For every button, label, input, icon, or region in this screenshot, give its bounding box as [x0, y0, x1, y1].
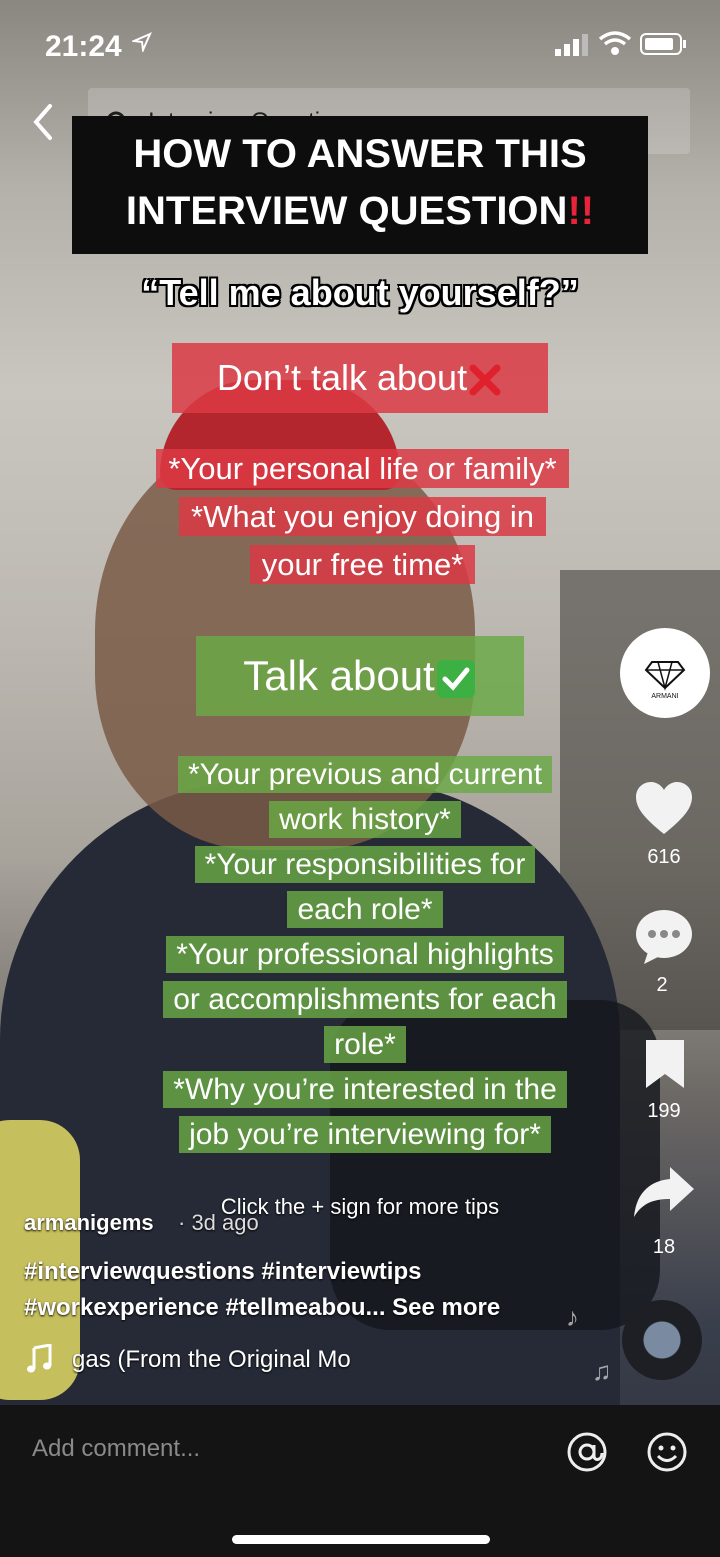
do-item: work history*: [269, 801, 461, 838]
save-count: 199: [647, 1100, 681, 1122]
do-item: *Your responsibilities for: [194, 846, 536, 883]
tiktok-video-screen[interactable]: 21:24 Interview Questions HOW TO ANSWER …: [0, 0, 720, 1557]
do-item: job you’re interviewing for*: [179, 1116, 551, 1153]
red-cross-icon: [469, 364, 501, 396]
video-title-banner: HOW TO ANSWER THIS INTERVIEW QUESTION!!: [72, 116, 648, 254]
talk-about-heading-text: Talk about: [243, 652, 435, 699]
add-comment-input[interactable]: Add comment...: [32, 1435, 200, 1463]
status-bar: 21:24: [0, 0, 720, 90]
hashtags-line-2-text[interactable]: #workexperience #tellmeabou...: [24, 1294, 386, 1321]
signal-icon: [555, 34, 588, 56]
do-item: *Your professional highlights: [166, 936, 564, 973]
comment-bubble-icon[interactable]: [634, 908, 694, 966]
do-item: *Why you’re interested in the: [163, 1071, 567, 1108]
talk-about-heading: Talk about: [196, 636, 524, 716]
title-line-2: INTERVIEW QUESTION!!: [72, 183, 648, 240]
title-line-2-text: INTERVIEW QUESTION: [125, 189, 568, 233]
diamond-logo-icon: ARMANI: [644, 661, 686, 700]
do-item: each role*: [287, 891, 443, 928]
talk-about-list: *Your previous and current work history*…: [115, 752, 615, 1157]
comment-bar: Add comment...: [0, 1405, 720, 1557]
back-arrow-icon[interactable]: [28, 100, 58, 144]
location-arrow-icon: [132, 32, 152, 52]
avatar-brand-text: ARMANI: [651, 693, 678, 700]
dont-talk-heading-text: Don’t talk about: [216, 357, 468, 398]
status-time: 21:24: [45, 30, 122, 63]
interview-question: “Tell me about yourself?”: [141, 272, 579, 313]
share-count: 18: [652, 1236, 676, 1258]
see-more-link[interactable]: See more: [392, 1294, 500, 1321]
dont-talk-heading: Don’t talk about: [172, 343, 548, 413]
home-indicator[interactable]: [232, 1535, 490, 1544]
battery-icon: [640, 33, 686, 55]
bookmark-icon[interactable]: [642, 1038, 688, 1090]
dont-talk-list: *Your personal life or family* *What you…: [110, 445, 615, 589]
creator-avatar[interactable]: ARMANI: [620, 628, 710, 718]
like-heart-icon[interactable]: [634, 780, 694, 836]
double-exclamation-icon: !!: [567, 189, 595, 233]
dont-item: *Your personal life or family*: [156, 449, 569, 488]
emoji-icon[interactable]: [646, 1431, 688, 1473]
music-disc[interactable]: [622, 1300, 702, 1380]
music-note-icon: ♪: [566, 1302, 579, 1332]
do-item: role*: [324, 1026, 406, 1063]
green-check-icon: [436, 659, 475, 698]
like-count: 616: [647, 846, 681, 868]
title-line-1: HOW TO ANSWER THIS: [133, 132, 587, 176]
comment-count: 2: [656, 974, 668, 996]
hashtags-line-1[interactable]: #interviewquestions #interviewtips: [24, 1258, 421, 1286]
music-note-icon: ♫: [592, 1356, 612, 1386]
wifi-icon: [598, 31, 632, 55]
song-title[interactable]: gas (From the Original Mo: [72, 1346, 390, 1374]
dont-item: *What you enjoy doing in: [179, 497, 546, 536]
music-note-icon: [27, 1344, 52, 1373]
mention-at-icon[interactable]: [566, 1431, 608, 1473]
creator-username[interactable]: armanigems: [24, 1210, 154, 1236]
dont-item: your free time*: [249, 545, 476, 584]
post-age: · 3d ago: [178, 1210, 259, 1235]
do-item: or accomplishments for each: [163, 981, 567, 1018]
hashtags-line-2: #workexperience #tellmeabou... See more: [24, 1294, 500, 1322]
do-item: *Your previous and current: [177, 756, 553, 793]
